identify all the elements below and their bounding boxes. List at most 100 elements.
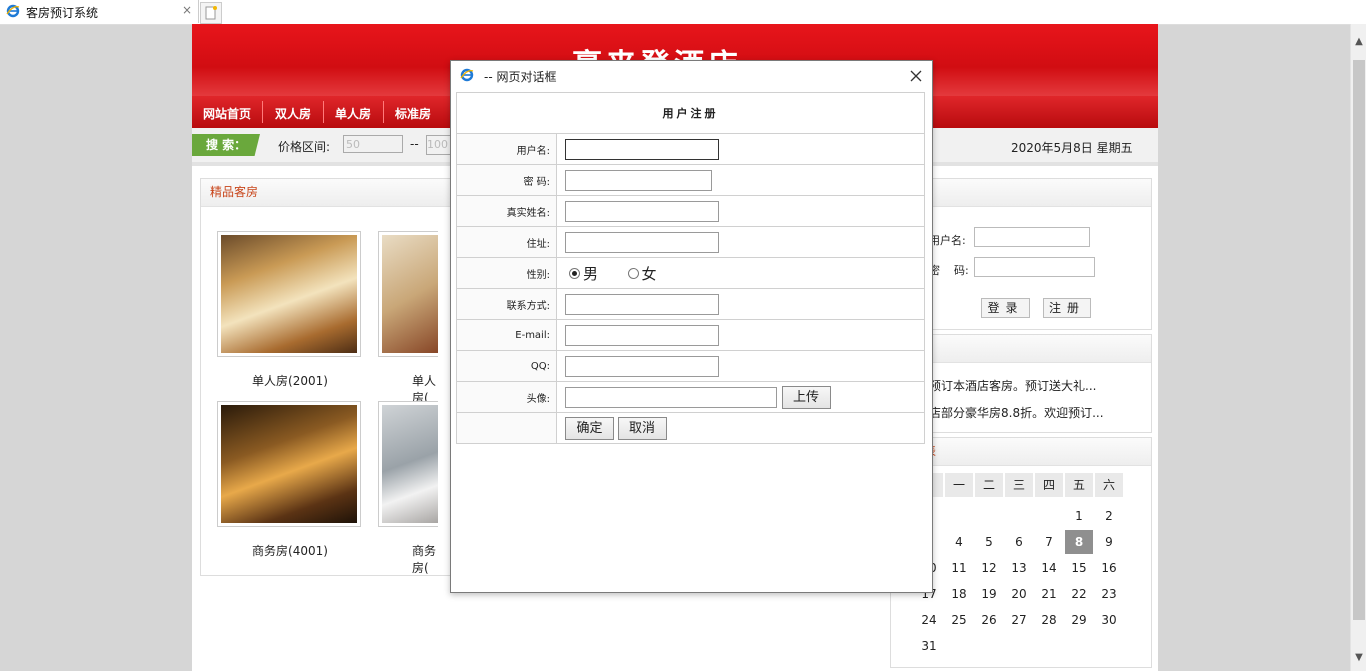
calendar-day[interactable]: 5 [975,530,1003,554]
notice-item[interactable]: 店部分豪华房8.8折。欢迎预订... [929,404,1104,421]
browser-tab-bar: 客房预订系统 × [0,0,1366,25]
scroll-thumb[interactable] [1353,60,1365,620]
calendar-weekday: 四 [1035,473,1063,497]
cancel-button[interactable]: 取消 [617,416,667,440]
calendar-weekday: 二 [975,473,1003,497]
qq-input[interactable] [565,355,719,377]
calendar-day[interactable]: 2 [1095,504,1123,528]
login-button[interactable]: 登录 [981,298,1030,318]
calendar-day[interactable]: 18 [945,582,973,606]
nav-single-room[interactable]: 单人房 [335,105,371,122]
upload-button[interactable]: 上传 [781,385,831,409]
calendar-weekday: 三 [1005,473,1033,497]
calendar-day[interactable]: 24 [915,608,943,632]
calendar-day[interactable]: 21 [1035,582,1063,606]
calendar-day[interactable]: 26 [975,608,1003,632]
email-input[interactable] [565,324,719,346]
tab-title: 客房预订系统 [26,6,99,20]
new-tab-button[interactable] [200,2,222,24]
calendar-day[interactable]: 19 [975,582,1003,606]
gender-label: 性别: [456,257,557,289]
search-tag: 搜 索： [192,134,260,156]
contact-input[interactable] [565,293,719,315]
buttons-label-cell [456,412,557,444]
calendar-day[interactable]: 31 [915,634,943,658]
calendar-day[interactable]: 27 [1005,608,1033,632]
nav-home[interactable]: 网站首页 [203,105,251,122]
scroll-down-icon[interactable]: ▼ [1351,652,1366,663]
scroll-up-icon[interactable]: ▲ [1351,36,1366,47]
qq-label: QQ: [456,350,557,382]
password-input[interactable] [565,169,712,191]
calendar-day[interactable]: 12 [975,556,1003,580]
calendar-day[interactable]: 22 [1065,582,1093,606]
calendar-day-today[interactable]: 8 [1065,530,1093,554]
password-label: 密 码: [456,164,557,196]
price-min-input[interactable]: 50 [343,135,403,153]
calendar-day[interactable]: 13 [1005,556,1033,580]
calendar-weekday: 一 [945,473,973,497]
calendar-day[interactable]: 6 [1005,530,1033,554]
dialog-titlebar: -- 网页对话框 [451,61,932,90]
email-label: E-mail: [456,319,557,351]
room-name[interactable]: 商务房( [378,542,438,576]
nav-divider [383,101,384,123]
room-card[interactable]: 单人房(2001) [217,231,363,389]
calendar-day[interactable]: 28 [1035,608,1063,632]
dialog-ie-icon [460,68,474,82]
notice-item[interactable]: 预订本酒店客房。预订送大礼... [929,377,1096,394]
avatar-label: 头像: [456,381,557,413]
nav-standard-room[interactable]: 标准房 [395,105,431,122]
room-photo[interactable] [378,231,438,357]
room-name[interactable]: 商务房(4001) [217,542,363,559]
realname-input[interactable] [565,200,719,222]
address-input[interactable] [565,231,719,253]
close-tab-icon[interactable]: × [182,3,192,17]
calendar-day[interactable]: 7 [1035,530,1063,554]
calendar-day[interactable]: 16 [1095,556,1123,580]
price-range-dash: -- [410,137,419,151]
room-photo[interactable] [217,401,361,527]
room-card[interactable]: 单人房( [378,231,438,406]
register-form: 用户注册 用户名: 密 码: 真实姓名: 住址: 性别: 男 女 联系方式: E… [456,92,925,444]
avatar-file-input[interactable] [565,386,777,408]
login-password-input[interactable] [974,257,1095,277]
login-password-label: 密 码: [929,264,969,277]
room-photo[interactable] [217,231,361,357]
username-input[interactable] [565,138,719,160]
new-tab-icon [205,6,217,20]
realname-label: 真实姓名: [456,195,557,227]
register-button[interactable]: 注册 [1043,298,1091,318]
gender-male-radio[interactable] [569,267,580,279]
room-photo[interactable] [378,401,438,527]
calendar-day[interactable]: 11 [945,556,973,580]
room-card[interactable]: 商务房( [378,401,438,576]
gender-female-radio[interactable] [627,267,639,279]
calendar-day[interactable]: 15 [1065,556,1093,580]
dialog-close-icon[interactable] [909,69,923,83]
register-dialog: -- 网页对话框 用户注册 用户名: 密 码: 真实姓名: 住址: 性别: 男 … [450,60,933,593]
calendar-day[interactable]: 1 [1065,504,1093,528]
browser-tab[interactable]: 客房预订系统 × [0,0,199,23]
price-range-label: 价格区间: [278,140,331,154]
calendar-day[interactable]: 14 [1035,556,1063,580]
room-name[interactable]: 单人房(2001) [217,372,363,389]
register-form-header: 用户注册 [456,92,925,134]
contact-label: 联系方式: [456,288,557,320]
page-scrollbar[interactable]: ▲ ▼ [1350,24,1366,671]
username-label: 用户名: [456,133,557,165]
calendar-day[interactable]: 25 [945,608,973,632]
room-card[interactable]: 商务房(4001) [217,401,363,559]
gender-female-label: 女 [641,264,657,283]
ok-button[interactable]: 确定 [565,416,614,440]
login-username-input[interactable] [974,227,1090,247]
nav-double-room[interactable]: 双人房 [275,105,311,122]
address-label: 住址: [456,226,557,258]
calendar-day[interactable]: 9 [1095,530,1123,554]
calendar-day[interactable]: 30 [1095,608,1123,632]
calendar-day[interactable]: 23 [1095,582,1123,606]
ie-icon [6,4,20,18]
calendar-day[interactable]: 4 [945,530,973,554]
calendar-day[interactable]: 29 [1065,608,1093,632]
calendar-day[interactable]: 20 [1005,582,1033,606]
